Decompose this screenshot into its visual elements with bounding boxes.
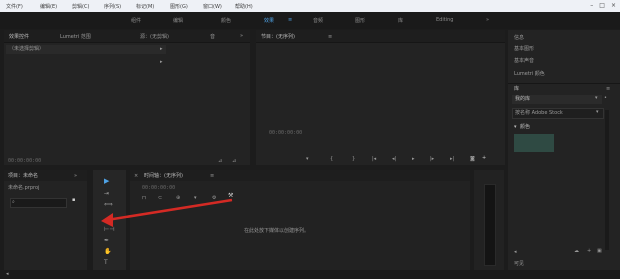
- red-arrow-annotation: [101, 198, 233, 227]
- arrow-head: [101, 213, 113, 227]
- arrow-line: [106, 198, 233, 222]
